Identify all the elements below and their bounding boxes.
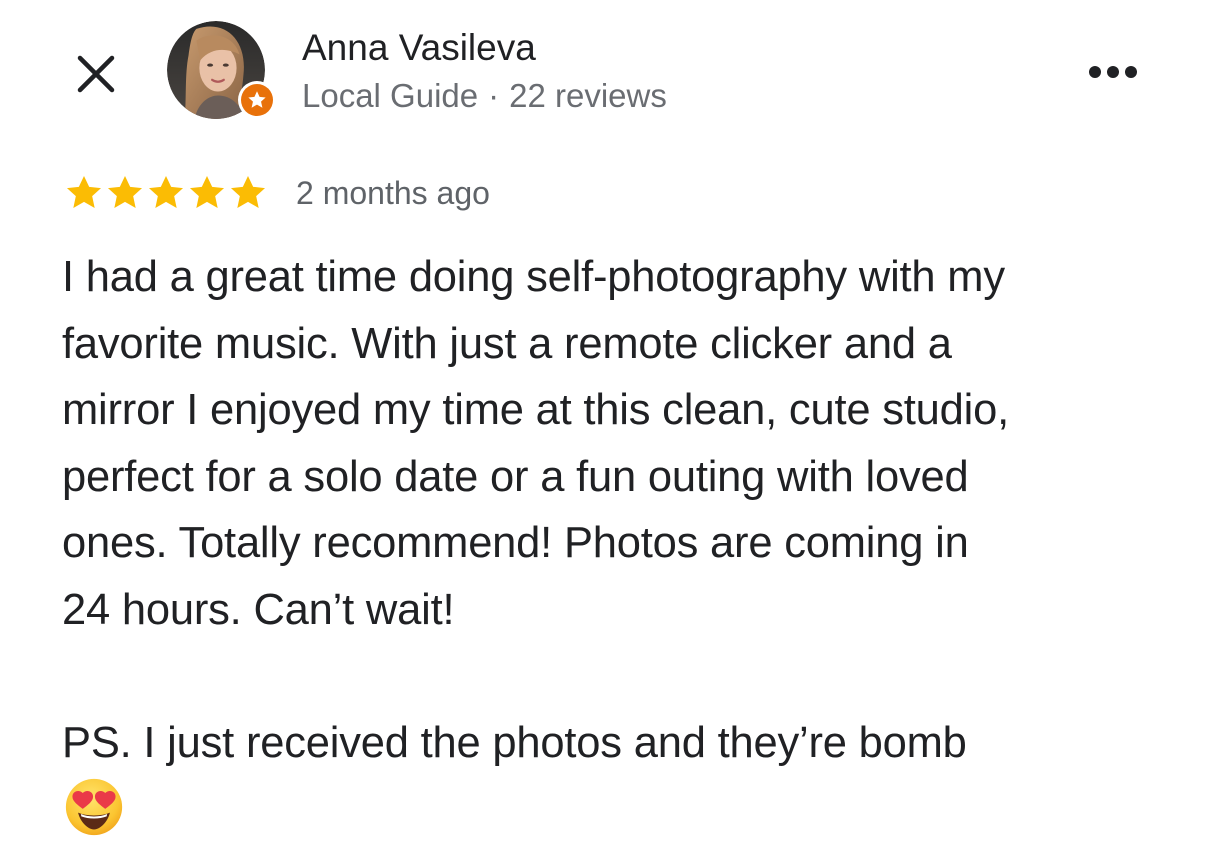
author-name[interactable]: Anna Vasileva — [302, 24, 536, 72]
close-icon — [77, 55, 115, 93]
review-date: 2 months ago — [296, 174, 490, 211]
more-horizontal-icon — [1089, 66, 1137, 78]
author-review-count: 22 reviews — [509, 77, 667, 114]
rating-row: 2 months ago — [63, 168, 490, 218]
star-icon — [67, 176, 101, 208]
star-icon — [149, 176, 183, 208]
star-icon — [190, 176, 224, 208]
author-avatar-container[interactable] — [167, 21, 276, 121]
author-meta: Local Guide · 22 reviews — [302, 74, 667, 118]
star-icon — [108, 176, 142, 208]
more-options-button[interactable] — [1078, 50, 1148, 94]
local-guide-star-icon — [248, 91, 266, 108]
meta-separator: · — [488, 77, 500, 114]
close-button[interactable] — [66, 44, 126, 104]
star-icon — [231, 176, 265, 208]
local-guide-badge — [238, 81, 276, 119]
review-text: I had a great time doing self-photograph… — [62, 253, 1009, 767]
star-rating — [63, 173, 268, 213]
heart-eyes-emoji-icon — [65, 778, 123, 836]
author-badge-label: Local Guide — [302, 77, 479, 114]
